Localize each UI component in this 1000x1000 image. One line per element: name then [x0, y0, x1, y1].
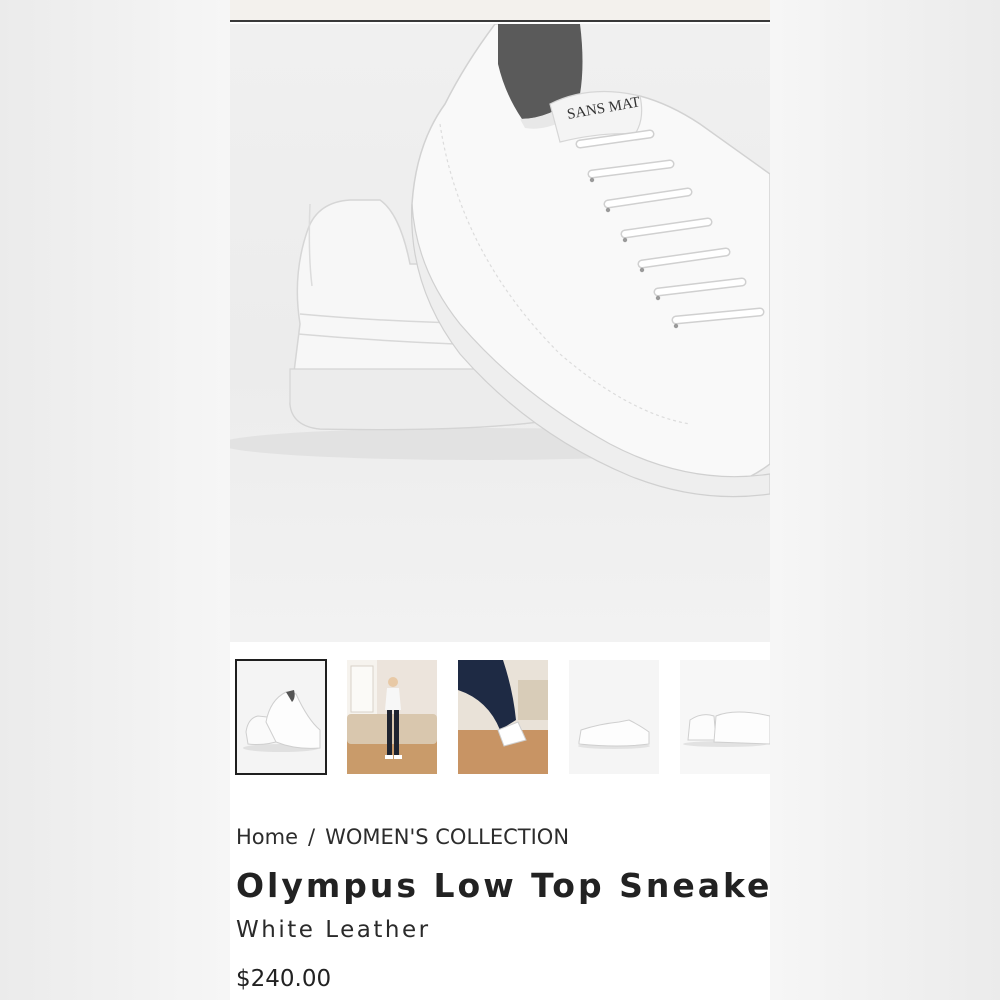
sneaker-back-thumbnail	[680, 660, 770, 774]
model-living-room-thumbnail	[347, 660, 437, 774]
main-product-image[interactable]: SANS MAT	[230, 24, 770, 642]
header-bar	[230, 0, 770, 22]
single-sneaker-thumbnail	[569, 660, 659, 774]
product-title: Olympus Low Top Sneakers	[236, 866, 770, 905]
thumbnail-5[interactable]	[680, 660, 770, 774]
breadcrumb-separator: /	[308, 825, 316, 849]
breadcrumb-home-link[interactable]: Home	[236, 825, 298, 849]
breadcrumb-collection-link[interactable]: WOMEN'S COLLECTION	[325, 825, 569, 849]
product-color: White Leather	[236, 917, 431, 943]
product-page: SANS MAT Home / WOMEN'S COLLECTION Olymp…	[230, 0, 770, 1000]
thumbnail-3[interactable]	[458, 660, 548, 774]
sneaker-pair-thumbnail	[236, 660, 326, 774]
thumbnail-gallery	[230, 659, 770, 778]
product-price: $240.00	[236, 966, 332, 992]
sneaker-pair-photo: SANS MAT	[230, 24, 770, 498]
model-seated-thumbnail	[458, 660, 548, 774]
thumbnail-1[interactable]	[235, 659, 327, 775]
breadcrumb: Home / WOMEN'S COLLECTION	[236, 823, 569, 851]
thumbnail-2[interactable]	[347, 660, 437, 774]
thumbnail-4[interactable]	[569, 660, 659, 774]
screenshot-backdrop: SANS MAT Home / WOMEN'S COLLECTION Olymp…	[0, 0, 1000, 1000]
